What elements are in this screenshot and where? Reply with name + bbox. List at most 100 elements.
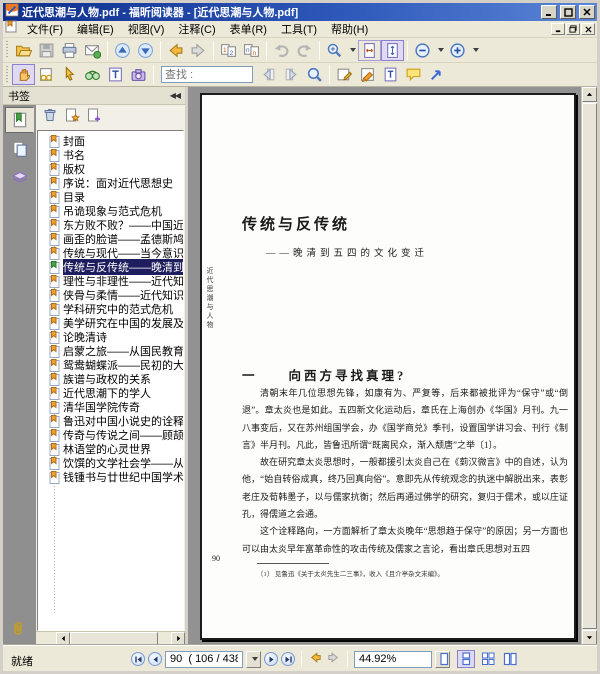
print-button[interactable] bbox=[58, 40, 81, 61]
marquee-zoom-button[interactable] bbox=[323, 40, 346, 61]
view-back-button[interactable] bbox=[308, 650, 323, 668]
continuous-facing-view-button[interactable] bbox=[501, 650, 519, 668]
menu-item[interactable]: 工具(T) bbox=[274, 20, 324, 38]
zoom-in-dropdown[interactable] bbox=[469, 40, 481, 61]
undo-button[interactable] bbox=[270, 40, 293, 61]
tab-bookmarks[interactable] bbox=[5, 107, 34, 133]
text-select-tool-button[interactable] bbox=[104, 64, 127, 85]
delete-bookmark-button[interactable] bbox=[42, 107, 58, 128]
bookmark-item[interactable]: 论晚清诗 bbox=[38, 330, 183, 344]
scrollbar-thumb[interactable] bbox=[70, 632, 158, 645]
bookmark-item[interactable]: 学科研究中的范式危机 bbox=[38, 302, 183, 316]
last-page-button[interactable] bbox=[281, 652, 295, 666]
bookmarks-horizontal-scrollbar[interactable] bbox=[36, 631, 185, 645]
maximize-button[interactable] bbox=[560, 5, 576, 19]
full-search-button[interactable] bbox=[303, 64, 326, 85]
toolbar-grip[interactable] bbox=[6, 65, 10, 84]
bookmark-item[interactable]: 目录 bbox=[38, 190, 183, 204]
hand-tool-button[interactable] bbox=[12, 64, 35, 85]
document-area[interactable]: 近代思潮与人物 传统与反传统 ——晚清到五四的文化变迁 一 向西方寻找真理? 清… bbox=[188, 87, 597, 645]
bookmark-item[interactable]: 鸳鸯蝴蝶派——民初的大众文 bbox=[38, 358, 183, 372]
snapshot-tool-button[interactable] bbox=[35, 64, 58, 85]
first-page-button[interactable] bbox=[131, 652, 145, 666]
bookmark-item[interactable]: 清华国学院传奇 bbox=[38, 400, 183, 414]
bookmark-item[interactable]: 传统与反传统——晚清到五四 bbox=[38, 259, 183, 275]
scrollbar-thumb[interactable] bbox=[582, 103, 597, 629]
zoom-out-button[interactable] bbox=[411, 40, 434, 61]
toolbar-grip[interactable] bbox=[6, 41, 10, 59]
typewriter-tool-button[interactable] bbox=[379, 64, 402, 85]
bookmark-item[interactable]: 族谱与政权的关系 bbox=[38, 372, 183, 386]
menu-item[interactable]: 编辑(E) bbox=[70, 20, 121, 38]
scroll-left-button[interactable] bbox=[56, 632, 70, 645]
menu-item[interactable]: 表单(R) bbox=[223, 20, 274, 38]
bookmark-item[interactable]: 序说：面对近代思想史 bbox=[38, 176, 183, 190]
bookmark-item[interactable]: 版权 bbox=[38, 162, 183, 176]
mdi-minimize-button[interactable] bbox=[551, 23, 565, 35]
bookmark-item[interactable]: 饮馔的文学社会学——从《随 bbox=[38, 456, 183, 470]
open-file-button[interactable] bbox=[12, 40, 35, 61]
bookmark-item[interactable]: 理性与非理性——近代知识分 bbox=[38, 274, 183, 288]
bookmark-item[interactable]: 美学研究在中国的发展及其问 bbox=[38, 316, 183, 330]
tab-pages[interactable] bbox=[5, 136, 34, 162]
previous-page-button-status[interactable] bbox=[148, 652, 162, 666]
mdi-restore-button[interactable] bbox=[566, 23, 580, 35]
bookmark-item[interactable]: 钱锺书与廿世纪中国学术 bbox=[38, 470, 183, 484]
bookmark-item[interactable]: 封面 bbox=[38, 134, 183, 148]
previous-page-button[interactable] bbox=[111, 40, 134, 61]
redo-button[interactable] bbox=[293, 40, 316, 61]
bookmark-item[interactable]: 鲁迅对中国小说史的诠释个案 bbox=[38, 414, 183, 428]
tab-layers[interactable] bbox=[5, 165, 34, 191]
arrow-annotation-button[interactable] bbox=[425, 64, 448, 85]
pdf-page[interactable]: 近代思潮与人物 传统与反传统 ——晚清到五四的文化变迁 一 向西方寻找真理? 清… bbox=[200, 93, 576, 640]
next-page-button-status[interactable] bbox=[264, 652, 278, 666]
tab-attachments[interactable] bbox=[10, 619, 26, 642]
bookmark-item[interactable]: 侠骨与柔情——近代知识分子 bbox=[38, 288, 183, 302]
fit-width-button[interactable] bbox=[358, 39, 381, 61]
find-previous-button[interactable] bbox=[257, 64, 280, 85]
goto-last-page-button[interactable]: nn bbox=[240, 40, 263, 61]
continuous-view-button[interactable] bbox=[457, 650, 475, 668]
bookmark-item[interactable]: 近代思潮下的学人 bbox=[38, 386, 183, 400]
close-button[interactable] bbox=[579, 5, 595, 19]
bookmark-item[interactable]: 吊诡现象与范式危机 bbox=[38, 204, 183, 218]
goto-first-page-button[interactable]: 12 bbox=[217, 40, 240, 61]
page-field-dropdown[interactable] bbox=[246, 650, 261, 668]
find-next-button[interactable] bbox=[280, 64, 303, 85]
bookmark-item[interactable]: 传统与现代——当今意识纠结 bbox=[38, 246, 183, 260]
fit-page-button[interactable] bbox=[381, 39, 404, 61]
collapse-sidebar-button[interactable]: ◀◀ bbox=[170, 91, 181, 100]
single-page-view-button[interactable] bbox=[435, 650, 453, 668]
document-icon[interactable] bbox=[5, 20, 17, 38]
vertical-scrollbar[interactable] bbox=[581, 87, 597, 645]
scroll-down-button[interactable] bbox=[582, 630, 597, 645]
next-page-button[interactable] bbox=[134, 40, 157, 61]
email-button[interactable] bbox=[81, 40, 104, 61]
zoom-level-field[interactable] bbox=[354, 650, 432, 668]
highlight-tool-button[interactable] bbox=[356, 64, 379, 85]
camera-tool-button[interactable] bbox=[127, 64, 150, 85]
search-tool-button[interactable] bbox=[81, 64, 104, 85]
zoom-out-dropdown[interactable] bbox=[434, 40, 446, 61]
zoom-in-button[interactable] bbox=[446, 40, 469, 61]
scroll-up-button[interactable] bbox=[582, 87, 597, 102]
zoom-tool-dropdown[interactable] bbox=[346, 40, 358, 61]
find-input[interactable] bbox=[161, 66, 253, 83]
facing-view-button[interactable] bbox=[479, 650, 497, 668]
menu-item[interactable]: 视图(V) bbox=[121, 20, 172, 38]
bookmark-item[interactable]: 传奇与传说之间——顾颉刚的 bbox=[38, 428, 183, 442]
comment-tool-button[interactable] bbox=[402, 64, 425, 85]
go-back-button[interactable] bbox=[164, 40, 187, 61]
bookmark-item[interactable]: 书名 bbox=[38, 148, 183, 162]
page-number-field[interactable] bbox=[165, 650, 243, 668]
menu-item[interactable]: 文件(F) bbox=[20, 20, 70, 38]
add-child-bookmark-button[interactable] bbox=[86, 107, 102, 128]
bookmark-item[interactable]: 东方败不败？——中国近代思 bbox=[38, 218, 183, 232]
note-tool-button[interactable] bbox=[333, 64, 356, 85]
bookmark-item[interactable]: 画歪的脸谱——孟德斯鸠的中 bbox=[38, 232, 183, 246]
go-forward-button[interactable] bbox=[187, 40, 210, 61]
bookmark-item[interactable]: 林语堂的心灵世界 bbox=[38, 442, 183, 456]
menu-item[interactable]: 注释(C) bbox=[171, 20, 222, 38]
select-tool-button[interactable] bbox=[58, 64, 81, 85]
bookmark-item[interactable]: 启蒙之旅——从国民教育到国 bbox=[38, 344, 183, 358]
